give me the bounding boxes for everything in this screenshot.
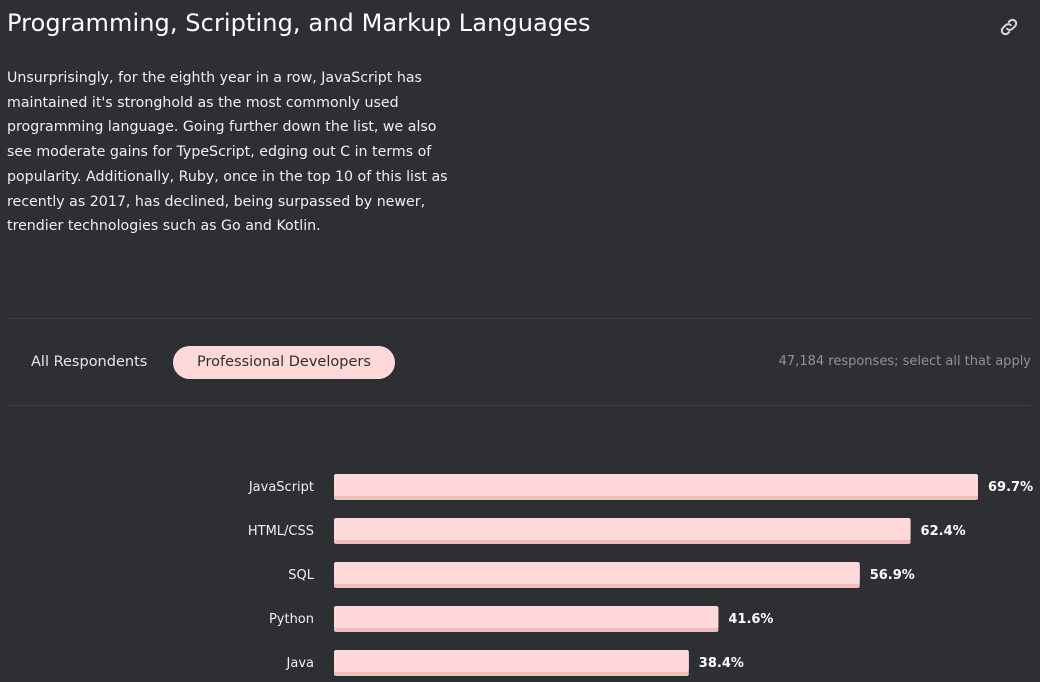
page: Programming, Scripting, and Markup Langu… [0,0,1040,682]
section-title: Programming, Scripting, and Markup Langu… [7,9,591,37]
bar [334,518,911,540]
bar [334,606,719,628]
bar [334,474,978,496]
bar-value-label: 56.9% [870,568,915,583]
category-label: HTML/CSS [248,524,314,539]
intro-paragraph: Unsurprisingly, for the eighth year in a… [7,70,448,235]
bar [334,562,860,584]
bar-value-label: 69.7% [988,480,1033,495]
category-label: JavaScript [248,480,314,495]
bar-chart: JavaScript 69.7% HTML/CSS 62.4% SQL 56.9% Pyth… [248,474,1033,676]
link-icon[interactable] [998,16,1020,38]
divider-top [7,318,1031,319]
category-label: SQL [288,568,314,583]
bar-value-label: 41.6% [728,612,773,627]
tab-professional-developers[interactable]: Professional Developers [173,346,395,379]
bar-value-label: 62.4% [921,524,966,539]
tab-all-respondents[interactable]: All Respondents [7,346,171,379]
category-label: Python [269,612,314,627]
divider-bottom [7,405,1031,406]
bar [334,650,689,672]
bar-value-label: 38.4% [699,656,744,671]
category-label: Java [286,656,314,671]
responses-note: 47,184 responses; select all that apply [778,354,1031,369]
